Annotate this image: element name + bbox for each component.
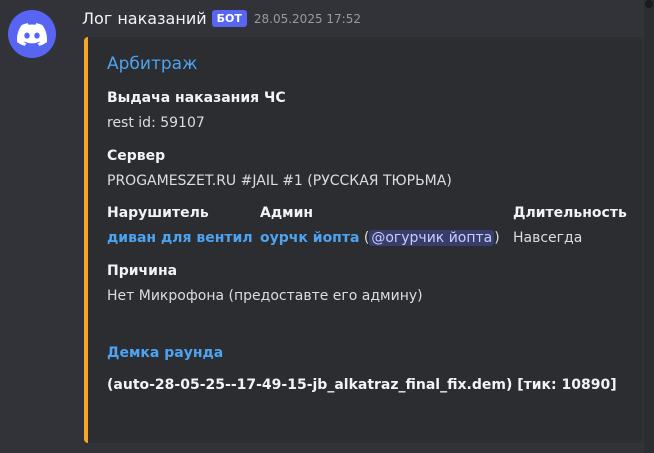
field-value-server: PROGAMESZET.RU #JAIL #1 (РУССКАЯ ТЮРЬМА): [107, 173, 452, 189]
message-timestamp[interactable]: 28.05.2025 17:52: [254, 12, 361, 26]
message-header: Лог наказаний БОТ 28.05.2025 17:52: [82, 9, 361, 28]
field-value-admin: оурчк йопта (@огурчик йопта): [260, 230, 500, 246]
bot-badge: БОТ: [211, 10, 247, 27]
embed-title: Арбитраж: [107, 54, 198, 74]
field-name-server: Сервер: [107, 148, 166, 164]
demo-title-link[interactable]: Демка раунда: [107, 345, 223, 361]
field-name-admin: Админ: [260, 205, 314, 221]
discord-logo-glyph: [17, 22, 47, 46]
field-value-reason: Нет Микрофона (предоставте его админу): [107, 288, 423, 304]
field-value-punishment: rest id: 59107: [107, 115, 205, 131]
admin-link[interactable]: оурчк йопта: [260, 230, 359, 246]
field-name-reason: Причина: [107, 263, 178, 279]
field-value-duration: Навсегда: [513, 230, 583, 246]
author-name[interactable]: Лог наказаний: [82, 9, 207, 28]
field-name-offender: Нарушитель: [107, 205, 209, 221]
field-name-punishment: Выдача наказания ЧС: [107, 90, 286, 106]
field-name-duration: Длительность: [513, 205, 627, 221]
scrollbar-thumb[interactable]: [645, 0, 653, 8]
embed-card: Арбитраж Выдача наказания ЧС rest id: 59…: [84, 37, 642, 443]
discord-logo-icon[interactable]: [8, 10, 56, 58]
demo-file-name: (auto-28-05-25--17-49-15-jb_alkatraz_fin…: [107, 377, 617, 393]
admin-mention[interactable]: @огурчик йопта: [369, 230, 495, 246]
admin-close-paren: ): [494, 230, 500, 246]
scrollbar-track[interactable]: [644, 0, 654, 453]
offender-link[interactable]: диван для вентил: [107, 230, 253, 246]
